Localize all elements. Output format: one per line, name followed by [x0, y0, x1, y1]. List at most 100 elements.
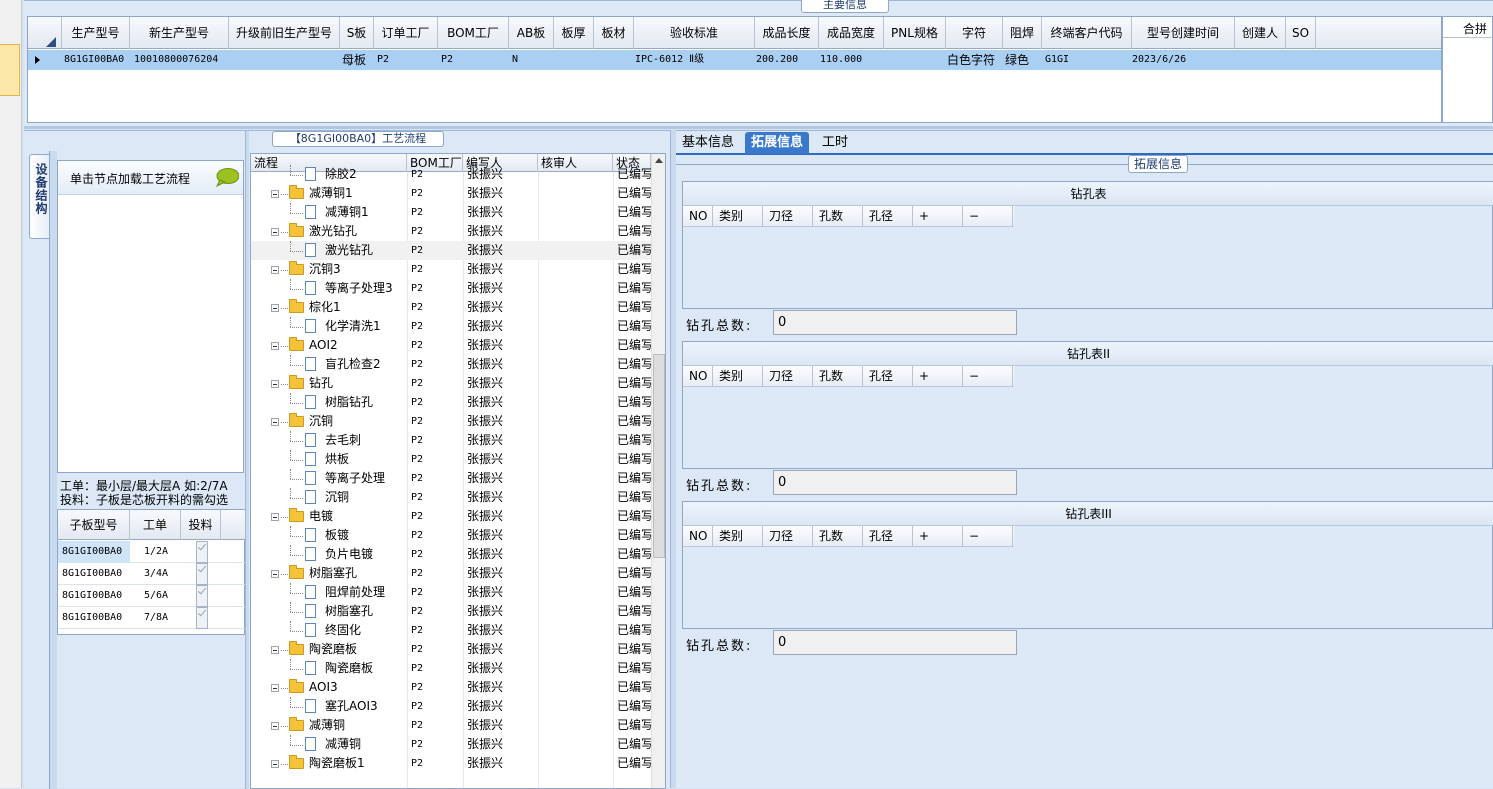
tree-row[interactable]: 除胶2 P2 张振兴 已编写: [251, 165, 651, 184]
col-sub-feed[interactable]: 投料: [181, 510, 221, 540]
tree-row[interactable]: 树脂塞孔 P2 张振兴 已编写: [251, 564, 651, 583]
tree-row[interactable]: 陶瓷磨板1 P2 张振兴 已编写: [251, 754, 651, 773]
drill-col-header[interactable]: 类别: [713, 206, 763, 227]
drill-col-header[interactable]: 孔径: [863, 206, 913, 227]
tree-row[interactable]: 减薄铜 P2 张振兴 已编写: [251, 716, 651, 735]
drill-col-header[interactable]: −: [963, 526, 1013, 547]
col-created[interactable]: 型号创建时间: [1132, 17, 1235, 49]
tree-row[interactable]: 树脂塞孔 P2 张振兴 已编写: [251, 602, 651, 621]
tree-row[interactable]: 板镀 P2 张振兴 已编写: [251, 526, 651, 545]
expand-toggle-icon[interactable]: [271, 418, 279, 426]
drill-col-header[interactable]: 孔数: [813, 206, 863, 227]
tree-row[interactable]: 烘板 P2 张振兴 已编写: [251, 450, 651, 469]
expand-toggle-icon[interactable]: [271, 760, 279, 768]
tree-row[interactable]: 等离子处理3 P2 张振兴 已编写: [251, 279, 651, 298]
tree-row[interactable]: 塞孔AOI3 P2 张振兴 已编写: [251, 697, 651, 716]
tree-row[interactable]: 陶瓷磨板 P2 张振兴 已编写: [251, 659, 651, 678]
header-corner[interactable]: [28, 17, 62, 49]
col-sub-order[interactable]: 工单: [130, 510, 181, 540]
expand-toggle-icon[interactable]: [271, 342, 279, 350]
drill-col-header[interactable]: NO: [683, 206, 713, 227]
feed-checkbox[interactable]: [196, 585, 208, 607]
drill-col-header[interactable]: 刀径: [763, 526, 813, 547]
drill-col-header[interactable]: −: [963, 366, 1013, 387]
tree-row[interactable]: 激光钻孔 P2 张振兴 已编写: [251, 241, 651, 260]
drill-col-header[interactable]: 孔径: [863, 366, 913, 387]
drill-col-header[interactable]: NO: [683, 366, 713, 387]
tree-row[interactable]: 阻焊前处理 P2 张振兴 已编写: [251, 583, 651, 602]
col-ab-board[interactable]: AB板: [509, 17, 554, 49]
col-new-model[interactable]: 新生产型号: [130, 17, 229, 49]
expand-toggle-icon[interactable]: [271, 380, 279, 388]
tree-row[interactable]: 终固化 P2 张振兴 已编写: [251, 621, 651, 640]
expand-toggle-icon[interactable]: [271, 570, 279, 578]
tree-row[interactable]: 沉铜3 P2 张振兴 已编写: [251, 260, 651, 279]
col-so[interactable]: SO: [1286, 17, 1316, 49]
col-bom-factory[interactable]: BOM工厂: [438, 17, 509, 49]
scroll-thumb[interactable]: [653, 354, 665, 558]
tree-row[interactable]: 陶瓷磨板 P2 张振兴 已编写: [251, 640, 651, 659]
tree-row[interactable]: 减薄铜1 P2 张振兴 已编写: [251, 184, 651, 203]
col-character[interactable]: 字符: [946, 17, 1003, 49]
vertical-tab-equipment[interactable]: 设备结构: [29, 154, 49, 239]
drill-total-field[interactable]: 0: [773, 310, 1017, 335]
drill-total-field[interactable]: 0: [773, 470, 1017, 495]
tree-row[interactable]: 钻孔 P2 张振兴 已编写: [251, 374, 651, 393]
expand-toggle-icon[interactable]: [271, 266, 279, 274]
drill-col-header[interactable]: 类别: [713, 526, 763, 547]
tree-row[interactable]: 棕化1 P2 张振兴 已编写: [251, 298, 651, 317]
table-row[interactable]: 8G1GI00BA0 1/2A: [58, 541, 246, 563]
tree-row[interactable]: 去毛刺 P2 张振兴 已编写: [251, 431, 651, 450]
col-pnl[interactable]: PNL规格: [884, 17, 946, 49]
tree-row[interactable]: 负片电镀 P2 张振兴 已编写: [251, 545, 651, 564]
col-length[interactable]: 成品长度: [755, 17, 819, 49]
left-edge-tab[interactable]: [0, 44, 20, 96]
tree-row[interactable]: 化学清洗1 P2 张振兴 已编写: [251, 317, 651, 336]
feed-checkbox[interactable]: [196, 541, 208, 563]
left-collapse-bar[interactable]: [245, 131, 249, 789]
drill-col-header[interactable]: 孔数: [813, 526, 863, 547]
feed-checkbox[interactable]: [196, 563, 208, 585]
col-old-model[interactable]: 升级前旧生产型号: [229, 17, 340, 49]
expand-toggle-icon[interactable]: [271, 228, 279, 236]
expand-toggle-icon[interactable]: [271, 646, 279, 654]
table-row[interactable]: 8G1GI00BA0 10010800076204 母板 P2 P2 N IPC…: [28, 50, 1441, 70]
tree-row[interactable]: 电镀 P2 张振兴 已编写: [251, 507, 651, 526]
drill-col-header[interactable]: 刀径: [763, 206, 813, 227]
col-width[interactable]: 成品宽度: [819, 17, 884, 49]
drill-col-header[interactable]: 孔数: [813, 366, 863, 387]
drill-total-field[interactable]: 0: [773, 630, 1017, 655]
node-panel-header[interactable]: 单击节点加载工艺流程: [58, 161, 243, 195]
tree-row[interactable]: 减薄铜 P2 张振兴 已编写: [251, 735, 651, 754]
tree-row[interactable]: 等离子处理 P2 张振兴 已编写: [251, 469, 651, 488]
tree-row[interactable]: 盲孔检查2 P2 张振兴 已编写: [251, 355, 651, 374]
expand-toggle-icon[interactable]: [271, 513, 279, 521]
drill-col-header[interactable]: 刀径: [763, 366, 813, 387]
drill-col-header[interactable]: 孔径: [863, 526, 913, 547]
col-prod-model[interactable]: 生产型号: [62, 17, 130, 49]
table-row[interactable]: 8G1GI00BA0 7/8A: [58, 607, 246, 629]
table-row[interactable]: 8G1GI00BA0 3/4A: [58, 563, 246, 585]
tree-row[interactable]: 沉铜 P2 张振兴 已编写: [251, 488, 651, 507]
tree-row[interactable]: 减薄铜1 P2 张振兴 已编写: [251, 203, 651, 222]
tree-row[interactable]: 沉铜 P2 张振兴 已编写: [251, 412, 651, 431]
tree-row[interactable]: AOI3 P2 张振兴 已编写: [251, 678, 651, 697]
drill-col-header[interactable]: +: [913, 526, 963, 547]
col-creator[interactable]: 创建人: [1235, 17, 1286, 49]
drill-col-header[interactable]: +: [913, 366, 963, 387]
col-sub-model[interactable]: 子板型号: [58, 510, 130, 540]
col-solder[interactable]: 阻焊: [1003, 17, 1042, 49]
tree-scrollbar[interactable]: [651, 154, 665, 788]
drill-col-header[interactable]: +: [913, 206, 963, 227]
expand-toggle-icon[interactable]: [271, 722, 279, 730]
expand-toggle-icon[interactable]: [271, 684, 279, 692]
tab-work-hours[interactable]: 工时: [816, 132, 854, 154]
drill-col-header[interactable]: 类别: [713, 366, 763, 387]
horizontal-splitter[interactable]: [24, 126, 1493, 129]
tab-extended-info[interactable]: 拓展信息: [745, 132, 810, 154]
col-acceptance[interactable]: 验收标准: [634, 17, 755, 49]
col-order-factory[interactable]: 订单工厂: [374, 17, 438, 49]
expand-toggle-icon[interactable]: [271, 190, 279, 198]
drill-col-header[interactable]: −: [963, 206, 1013, 227]
expand-toggle-icon[interactable]: [271, 304, 279, 312]
